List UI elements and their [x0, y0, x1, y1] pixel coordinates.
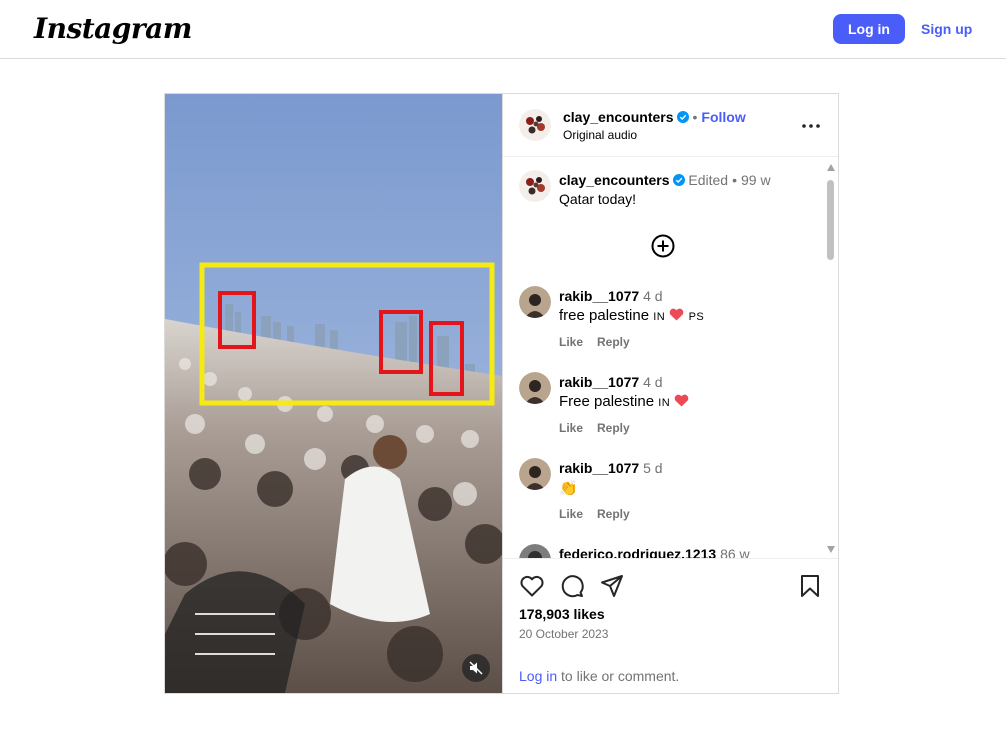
- commenter-avatar[interactable]: [519, 286, 551, 318]
- post-video[interactable]: [165, 94, 503, 693]
- post-card: clay_encounters•Follow Original audio: [164, 93, 839, 694]
- caption-text: Qatar today!: [559, 191, 637, 207]
- heart-icon[interactable]: [519, 573, 545, 599]
- muted-speaker-icon[interactable]: [462, 654, 490, 682]
- comment-age[interactable]: 4 d: [643, 374, 662, 390]
- commenter-avatar[interactable]: [519, 372, 551, 404]
- caption-meta-line: clay_encounters Edited • 99 w: [559, 172, 771, 188]
- comment-age[interactable]: 5 d: [643, 460, 662, 476]
- separator-dot: •: [732, 172, 737, 188]
- verified-badge-icon: [672, 174, 685, 186]
- comment-reply-button[interactable]: Reply: [597, 335, 630, 349]
- author-username[interactable]: clay_encounters: [563, 109, 674, 125]
- comment-meta-line: rakib__1077 5 d: [559, 460, 663, 476]
- commenter-avatar[interactable]: [519, 458, 551, 490]
- scroll-down-arrow-icon[interactable]: [827, 546, 835, 553]
- scroll-thumb[interactable]: [827, 180, 834, 260]
- heart-emoji-icon: [675, 394, 689, 407]
- commenter-avatar[interactable]: [519, 544, 551, 558]
- comment-text: free palestine IN PS: [559, 307, 704, 324]
- more-options-icon[interactable]: [801, 118, 821, 134]
- verified-badge-icon: [676, 111, 689, 123]
- instagram-logo[interactable]: Instagram: [34, 12, 192, 45]
- login-prompt: Log in to like or comment.: [519, 668, 679, 684]
- post-side-panel: clay_encounters•Follow Original audio: [503, 94, 838, 693]
- scroll-up-arrow-icon[interactable]: [827, 164, 835, 171]
- post-actions: 178,903 likes 20 October 2023 Log in to …: [503, 558, 838, 693]
- bookmark-icon[interactable]: [797, 573, 823, 599]
- comments-section[interactable]: clay_encounters Edited • 99 w Qatar today!…: [503, 158, 838, 558]
- comments-scrollbar[interactable]: [825, 164, 837, 553]
- post-date[interactable]: 20 October 2023: [519, 627, 608, 641]
- signup-button[interactable]: Sign up: [914, 14, 979, 44]
- edited-label: Edited: [688, 172, 729, 188]
- comment-actions: Like Reply: [559, 421, 644, 435]
- comment-item: rakib__1077 4 d Free palestine IN Like Re…: [519, 372, 819, 452]
- login-button[interactable]: Log in: [833, 14, 905, 44]
- comment-username[interactable]: federico.rodriguez.1213: [559, 546, 716, 558]
- comment-meta-line: rakib__1077 4 d: [559, 288, 663, 304]
- comment-meta-line: rakib__1077 4 d: [559, 374, 663, 390]
- comment-like-button[interactable]: Like: [559, 335, 583, 349]
- comment-item: rakib__1077 4 d free palestine IN PS Lik…: [519, 286, 819, 366]
- comment-icon[interactable]: [559, 573, 585, 599]
- comment-age[interactable]: 86 w: [720, 546, 750, 558]
- header-title-line: clay_encounters • Follow: [563, 109, 746, 125]
- login-prompt-text: to like or comment.: [557, 668, 680, 684]
- comment-text: Free palestine IN: [559, 393, 689, 410]
- login-link[interactable]: Log in: [519, 668, 557, 684]
- comment-text: 👏: [559, 480, 578, 497]
- flag-letters: IN: [653, 311, 666, 323]
- comment-username[interactable]: rakib__1077: [559, 374, 639, 390]
- audio-label[interactable]: Original audio: [563, 128, 637, 142]
- caption-author-avatar[interactable]: [519, 170, 551, 202]
- caption-age[interactable]: 99 w: [741, 172, 771, 188]
- comment-actions: Like Reply: [559, 335, 644, 349]
- comment-actions: Like Reply: [559, 507, 644, 521]
- comment-username[interactable]: rakib__1077: [559, 288, 639, 304]
- caption-username[interactable]: clay_encounters: [559, 172, 670, 188]
- post-header: clay_encounters • Follow Original audio: [503, 94, 838, 157]
- heart-emoji-icon: [670, 308, 684, 321]
- comment-reply-button[interactable]: Reply: [597, 421, 630, 435]
- comment-text-body: free palestine: [559, 307, 650, 324]
- flag-letters: IN: [658, 397, 671, 409]
- share-icon[interactable]: [599, 573, 625, 599]
- video-frame: [165, 94, 502, 693]
- comment-item: federico.rodriguez.1213 86 w: [519, 544, 819, 558]
- comment-age[interactable]: 4 d: [643, 288, 662, 304]
- top-navigation-bar: Instagram Log in Sign up: [0, 0, 1006, 59]
- comment-meta-line: federico.rodriguez.1213 86 w: [559, 546, 750, 558]
- comment-like-button[interactable]: Like: [559, 507, 583, 521]
- comment-like-button[interactable]: Like: [559, 421, 583, 435]
- comment-item: rakib__1077 5 d 👏 Like Reply: [519, 458, 819, 538]
- comment-username[interactable]: rakib__1077: [559, 460, 639, 476]
- separator-dot: •: [692, 109, 698, 125]
- author-avatar[interactable]: [519, 109, 551, 141]
- plus-circle-icon[interactable]: [651, 234, 675, 258]
- follow-button[interactable]: Follow: [701, 109, 745, 125]
- likes-count[interactable]: 178,903 likes: [519, 606, 605, 622]
- comment-text-body: Free palestine: [559, 393, 655, 410]
- flag-letters-trailing: PS: [688, 311, 705, 323]
- comment-reply-button[interactable]: Reply: [597, 507, 630, 521]
